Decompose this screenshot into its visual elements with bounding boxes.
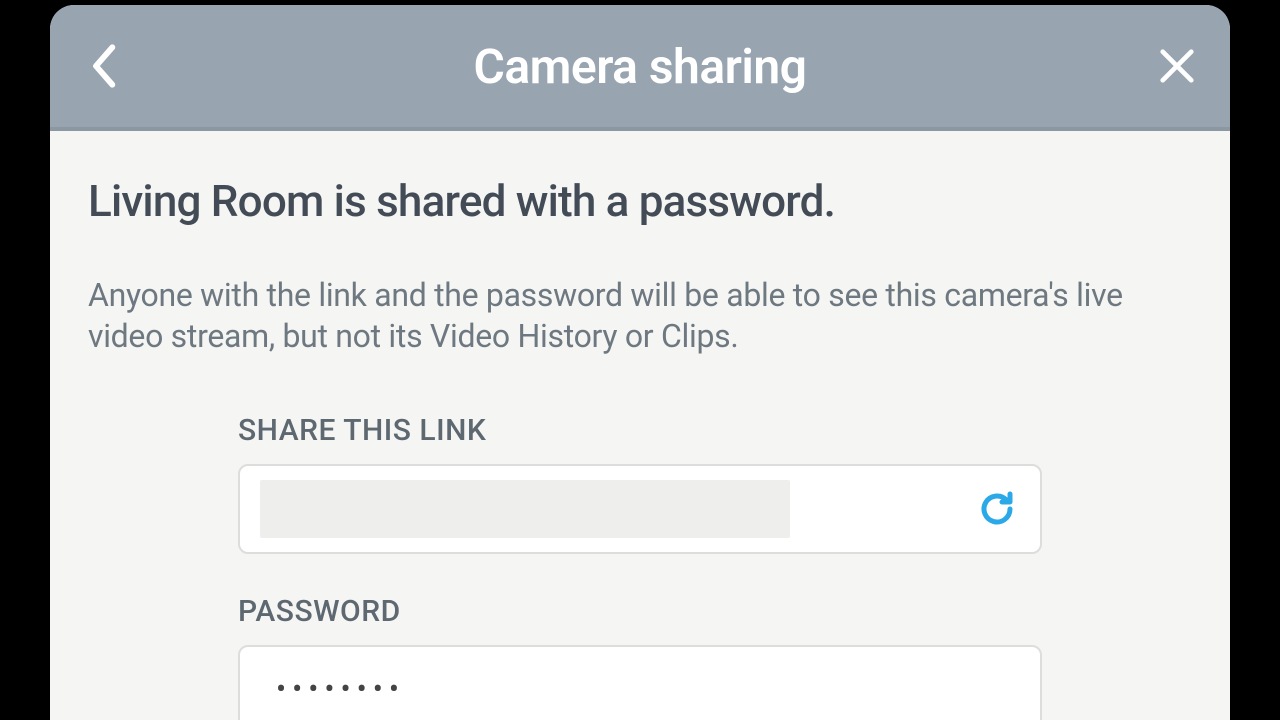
back-button[interactable] [78,41,128,91]
close-icon [1158,47,1196,85]
password-group: PASSWORD [238,594,1042,720]
share-link-input-wrap [238,464,1042,554]
sharing-description: Anyone with the link and the password wi… [88,275,1148,357]
modal-body: Living Room is shared with a password. A… [50,131,1230,720]
modal-title: Camera sharing [474,38,807,95]
share-link-label: SHARE THIS LINK [238,413,1042,448]
password-input[interactable] [260,647,1020,720]
share-link-group: SHARE THIS LINK [238,413,1042,554]
camera-sharing-modal: Camera sharing Living Room is shared wit… [50,5,1230,720]
back-icon [89,42,117,90]
password-input-wrap [238,645,1042,720]
sharing-status-heading: Living Room is shared with a password. [88,175,1192,227]
close-button[interactable] [1152,41,1202,91]
password-label: PASSWORD [238,594,1042,629]
modal-header: Camera sharing [50,5,1230,131]
refresh-link-button[interactable] [974,486,1020,532]
share-link-value-redacted [260,480,790,538]
refresh-icon [977,489,1017,529]
